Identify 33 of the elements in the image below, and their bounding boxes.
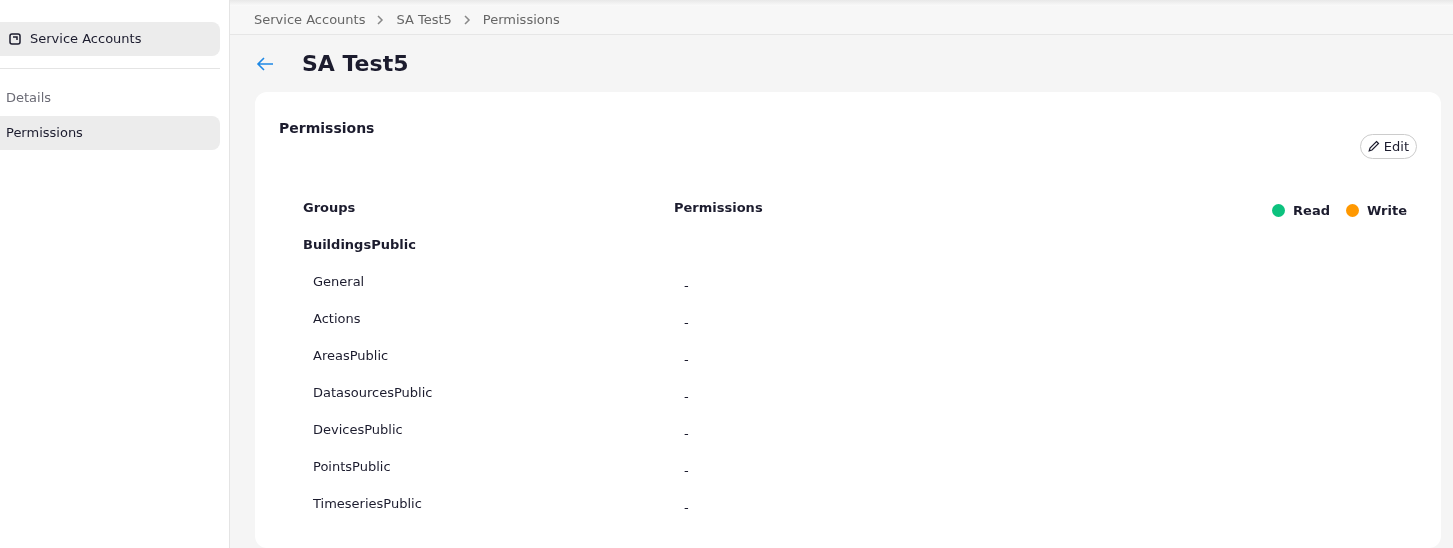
subgroup-name: Actions <box>313 309 361 328</box>
subgroup-name: General <box>313 272 365 291</box>
pencil-icon <box>1367 140 1380 153</box>
edit-button[interactable]: Edit <box>1359 133 1417 159</box>
permission-value: - <box>684 424 689 443</box>
sidebar-item[interactable]: Details <box>0 80 220 114</box>
permission-value: - <box>684 313 689 332</box>
permission-value: - <box>684 387 689 406</box>
subgroup-name: DevicesPublic <box>313 420 403 439</box>
subgroup-name: TimeseriesPublic <box>313 494 422 513</box>
chevron-icon <box>463 14 471 25</box>
account-icon <box>8 31 22 46</box>
breadcrumb-link[interactable]: Permissions <box>482 10 560 30</box>
sidebar-item[interactable]: Permissions <box>0 116 220 150</box>
permission-value: - <box>684 498 689 517</box>
permission-value: - <box>684 350 689 369</box>
permission-value: - <box>684 276 689 295</box>
permission-value: - <box>684 461 689 480</box>
legend-label: Read <box>1293 202 1330 220</box>
breadcrumb-link[interactable]: SA Test5 <box>396 10 452 30</box>
chevron-icon <box>377 14 385 25</box>
breadcrumb-link[interactable]: Service Accounts <box>254 10 366 30</box>
subgroup-name: AreasPublic <box>313 346 389 365</box>
card-title: Permissions <box>279 118 375 138</box>
page-title: SA Test5 <box>302 51 409 78</box>
column-header: Permissions <box>674 198 763 217</box>
subgroup-name: DatasourcesPublic <box>313 383 433 402</box>
column-header: Groups <box>303 198 356 217</box>
subgroup-name: PointsPublic <box>313 457 391 476</box>
group-name: BuildingsPublic <box>303 235 416 254</box>
legend-label: Write <box>1367 202 1407 220</box>
back-arrow-icon[interactable] <box>256 57 274 72</box>
sidebar-item[interactable]: Service Accounts <box>0 22 220 56</box>
